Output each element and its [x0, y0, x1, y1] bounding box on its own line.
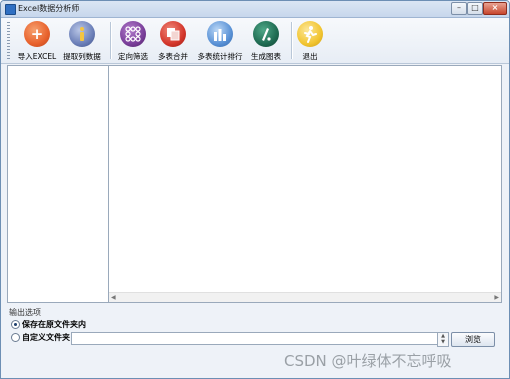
exit-label: 退出: [302, 52, 318, 61]
toolbar: + 导入EXCEL 提取列数据 定向筛选 多表合并 多表统计排行 生成图表 退出: [1, 18, 509, 64]
watermark: CSDN @叶绿体不忘呼吸: [284, 352, 452, 370]
toolbar-separator: [110, 22, 111, 59]
extract-column-button[interactable]: 提取列数据: [59, 20, 105, 62]
info-icon: [69, 21, 95, 47]
multi-table-merge-label: 多表合并: [158, 52, 188, 61]
horizontal-scrollbar[interactable]: ◀ ▶: [109, 292, 501, 302]
file-tree-panel[interactable]: [7, 65, 109, 303]
generate-chart-button[interactable]: 生成图表: [246, 20, 286, 62]
close-button[interactable]: ×: [483, 2, 507, 15]
import-excel-label: 导入EXCEL: [17, 52, 57, 61]
extract-column-label: 提取列数据: [63, 52, 101, 61]
multi-table-rank-label: 多表统计排行: [197, 52, 243, 61]
copy-icon: [160, 21, 186, 47]
exit-button[interactable]: 退出: [293, 20, 327, 62]
custom-folder-label[interactable]: 自定义文件夹: [22, 332, 70, 343]
multi-table-merge-button[interactable]: 多表合并: [153, 20, 193, 62]
title-bar: Excel数据分析师 – □ ×: [1, 1, 509, 18]
window-title: Excel数据分析师: [18, 4, 80, 13]
minimize-button[interactable]: –: [451, 2, 467, 15]
multi-table-rank-button[interactable]: 多表统计排行: [195, 20, 245, 62]
custom-folder-radio[interactable]: [11, 333, 20, 342]
toolbar-separator: [291, 22, 292, 59]
scroll-left-icon[interactable]: ◀: [111, 293, 116, 302]
folder-path-input[interactable]: [71, 332, 439, 345]
chart-line-icon: [253, 21, 279, 47]
browse-button[interactable]: 浏览: [451, 332, 495, 347]
directional-filter-label: 定向筛选: [118, 52, 148, 61]
bar-chart-icon: [207, 21, 233, 47]
toolbar-grip[interactable]: [7, 22, 10, 59]
maximize-button[interactable]: □: [467, 2, 483, 15]
output-options-label: 输出选项: [9, 308, 41, 317]
directional-filter-button[interactable]: 定向筛选: [113, 20, 153, 62]
runner-icon: [297, 21, 323, 47]
generate-chart-label: 生成图表: [251, 52, 281, 61]
data-view-panel[interactable]: ◀ ▶: [108, 65, 502, 303]
app-window: Excel数据分析师 – □ × + 导入EXCEL 提取列数据 定向筛选 多表…: [0, 0, 510, 379]
import-excel-button[interactable]: + 导入EXCEL: [15, 20, 59, 62]
app-icon: [5, 4, 16, 15]
save-original-radio[interactable]: [11, 320, 20, 329]
path-spinner[interactable]: ▲ ▼: [437, 332, 449, 347]
plus-icon: +: [24, 21, 50, 47]
dots-grid-icon: [120, 21, 146, 47]
save-original-label[interactable]: 保存在原文件夹内: [22, 319, 86, 330]
scroll-right-icon[interactable]: ▶: [494, 293, 499, 302]
